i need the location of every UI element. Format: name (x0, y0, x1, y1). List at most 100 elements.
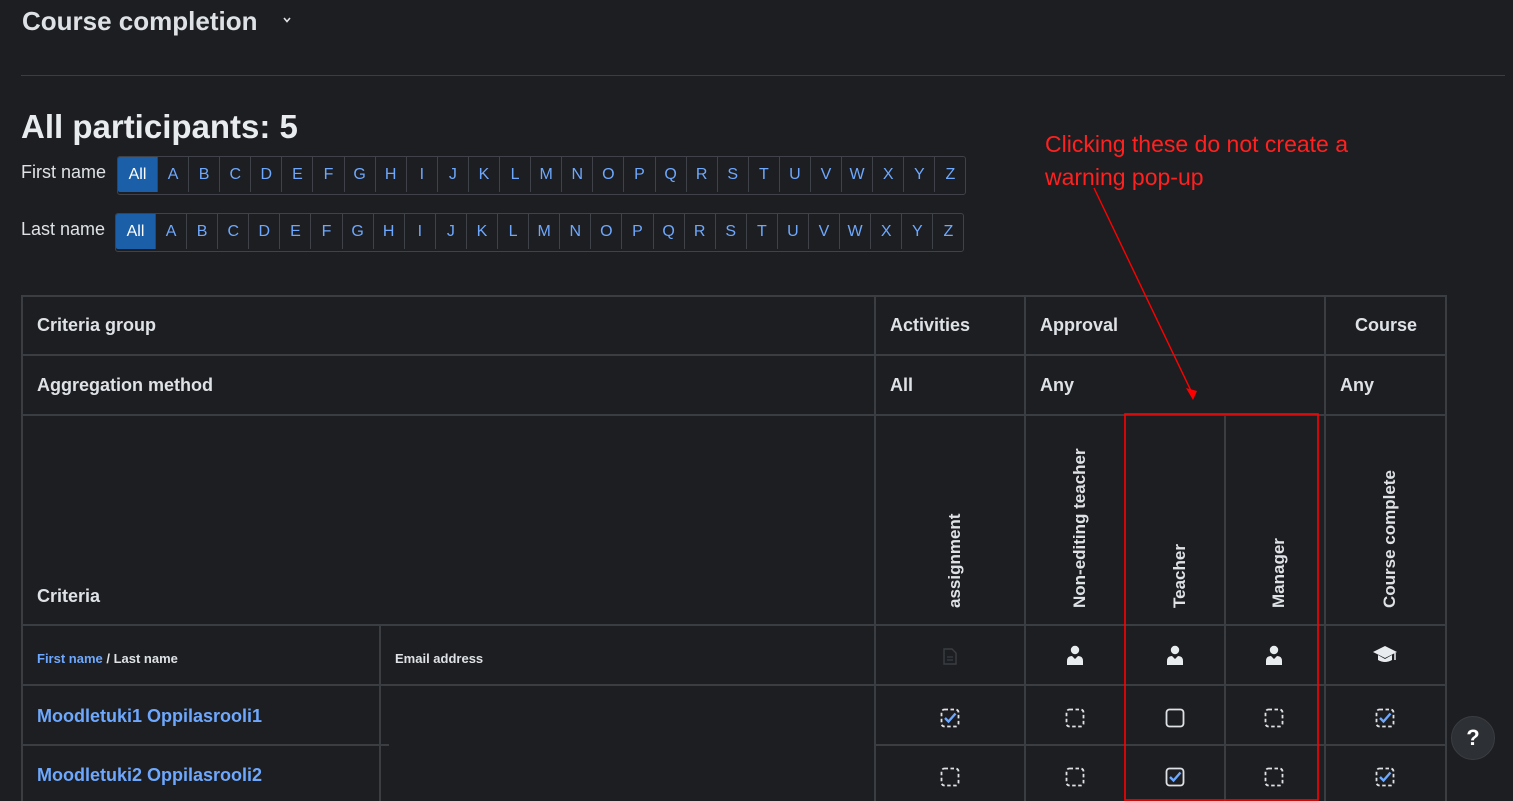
last-name-initial-o[interactable]: O (590, 214, 621, 249)
first-name-initial-all[interactable]: All (118, 157, 157, 192)
table-border (874, 744, 1447, 746)
criteria-teacher: Teacher (1170, 544, 1189, 608)
last-name-initial-all[interactable]: All (116, 214, 155, 249)
first-name-initial-x[interactable]: X (872, 157, 903, 192)
checkbox-checked-icon[interactable] (1375, 767, 1395, 792)
last-name-initial-w[interactable]: W (839, 214, 870, 249)
checkbox-unchecked-icon[interactable] (1065, 767, 1085, 792)
first-name-initial-r[interactable]: R (685, 157, 717, 192)
first-name-initial-m[interactable]: M (530, 157, 561, 192)
criteria-label: Criteria (37, 586, 101, 606)
user-icon (1167, 645, 1183, 665)
last-name-initial-s[interactable]: S (714, 214, 746, 249)
last-name-initial-e[interactable]: E (279, 214, 310, 249)
chevron-down-icon[interactable] (282, 15, 292, 25)
last-name-initial-b[interactable]: B (186, 214, 217, 249)
aggregation-activities: All (890, 375, 914, 395)
last-name-initial-n[interactable]: N (559, 214, 590, 249)
last-name-initial-t[interactable]: T (745, 214, 777, 249)
group-approval: Approval (1040, 315, 1119, 335)
first-name-initial-n[interactable]: N (561, 157, 592, 192)
first-name-initial-w[interactable]: W (841, 157, 872, 192)
first-name-initial-b[interactable]: B (188, 157, 219, 192)
user-icon (1067, 645, 1083, 665)
checkbox-checked-icon[interactable] (1375, 708, 1395, 733)
last-name-initial-g[interactable]: G (341, 214, 373, 249)
checkbox-unchecked-icon[interactable] (1264, 767, 1284, 792)
criteria-non-editing-teacher: Non-editing teacher (1070, 448, 1089, 608)
first-name-filter-label: First name (21, 162, 107, 182)
first-name-initial-k[interactable]: K (467, 157, 499, 192)
first-name-initial-c[interactable]: C (219, 157, 250, 192)
last-name-initial-r[interactable]: R (683, 214, 715, 249)
last-name-initial-d[interactable]: D (248, 214, 279, 249)
annotation-arrow-line (1093, 187, 1194, 396)
criteria-manager: Manager (1269, 538, 1288, 608)
name-separator: / (102, 651, 114, 666)
last-name-filter-label: Last name (21, 219, 106, 239)
first-name-initial-p[interactable]: P (623, 157, 654, 192)
table-border (1324, 295, 1326, 801)
divider (21, 75, 1505, 76)
first-name-initial-z[interactable]: Z (934, 157, 965, 192)
last-name-initials-bar: All A B C D E F G H I J K L M N O P Q R S T U V W X Y Z (115, 213, 965, 252)
first-name-initial-d[interactable]: D (250, 157, 281, 192)
last-name-initial-f[interactable]: F (310, 214, 341, 249)
last-name-initial-a[interactable]: A (155, 214, 186, 249)
first-name-initial-e[interactable]: E (281, 157, 312, 192)
last-name-initial-q[interactable]: Q (652, 214, 684, 249)
checkbox-unchecked-icon[interactable] (1264, 708, 1284, 733)
checkbox-unchecked-icon[interactable] (1065, 708, 1085, 733)
first-name-initial-u[interactable]: U (778, 157, 810, 192)
first-name-initial-t[interactable]: T (747, 157, 779, 192)
group-course: Course (1355, 315, 1418, 335)
first-name-initial-s[interactable]: S (716, 157, 748, 192)
table-border (21, 414, 1447, 416)
first-name-initial-g[interactable]: G (343, 157, 375, 192)
last-name-initial-m[interactable]: M (528, 214, 559, 249)
checkbox-checked-icon[interactable] (1165, 767, 1185, 792)
last-name-initial-z[interactable]: Z (932, 214, 963, 249)
last-name-initial-c[interactable]: C (217, 214, 248, 249)
assignment-icon (943, 648, 957, 665)
last-name-initial-x[interactable]: X (870, 214, 901, 249)
last-name-initial-v[interactable]: V (807, 214, 839, 249)
first-name-initial-f[interactable]: F (312, 157, 343, 192)
last-name-initial-u[interactable]: U (776, 214, 808, 249)
last-name-initial-i[interactable]: I (403, 214, 435, 249)
table-border (379, 624, 381, 801)
last-name-initial-p[interactable]: P (621, 214, 652, 249)
annotation-highlight-box (1124, 413, 1319, 801)
first-name-initial-a[interactable]: A (157, 157, 188, 192)
table-border (1024, 295, 1026, 801)
user-name-link[interactable]: Moodletuki1 Oppilasrooli1 (37, 706, 262, 727)
checkbox-unchecked-icon[interactable] (940, 767, 960, 792)
first-name-initial-y[interactable]: Y (903, 157, 934, 192)
user-name-link[interactable]: Moodletuki2 Oppilasrooli2 (37, 765, 262, 786)
aggregation-method-label: Aggregation method (37, 375, 213, 395)
table-border (1224, 414, 1226, 801)
first-name-initial-h[interactable]: H (374, 157, 406, 192)
first-name-initial-i[interactable]: I (405, 157, 437, 192)
last-name-initial-l[interactable]: L (497, 214, 528, 249)
checkbox-unchecked-icon[interactable] (1165, 708, 1185, 733)
sort-first-name-link[interactable]: First name (37, 651, 103, 666)
last-name-initial-y[interactable]: Y (901, 214, 932, 249)
last-name-initial-j[interactable]: J (434, 214, 466, 249)
first-name-initial-v[interactable]: V (809, 157, 841, 192)
group-activities: Activities (890, 315, 971, 335)
annotation-arrow-head (1186, 388, 1197, 400)
checkbox-checked-icon[interactable] (940, 708, 960, 733)
page-title[interactable]: Course completion (22, 6, 257, 37)
first-name-initial-o[interactable]: O (592, 157, 623, 192)
help-button[interactable]: ? (1451, 716, 1495, 760)
last-name-initial-k[interactable]: K (465, 214, 497, 249)
first-name-initial-q[interactable]: Q (654, 157, 686, 192)
table-border (21, 295, 1447, 297)
first-name-initial-l[interactable]: L (499, 157, 530, 192)
annotation-text-line1: Clicking these do not create a (1045, 131, 1349, 157)
first-name-initial-j[interactable]: J (436, 157, 468, 192)
last-name-initial-h[interactable]: H (372, 214, 404, 249)
annotation-text-line2: warning pop-up (1045, 164, 1204, 190)
sort-last-name-link[interactable]: Last name (114, 651, 178, 666)
